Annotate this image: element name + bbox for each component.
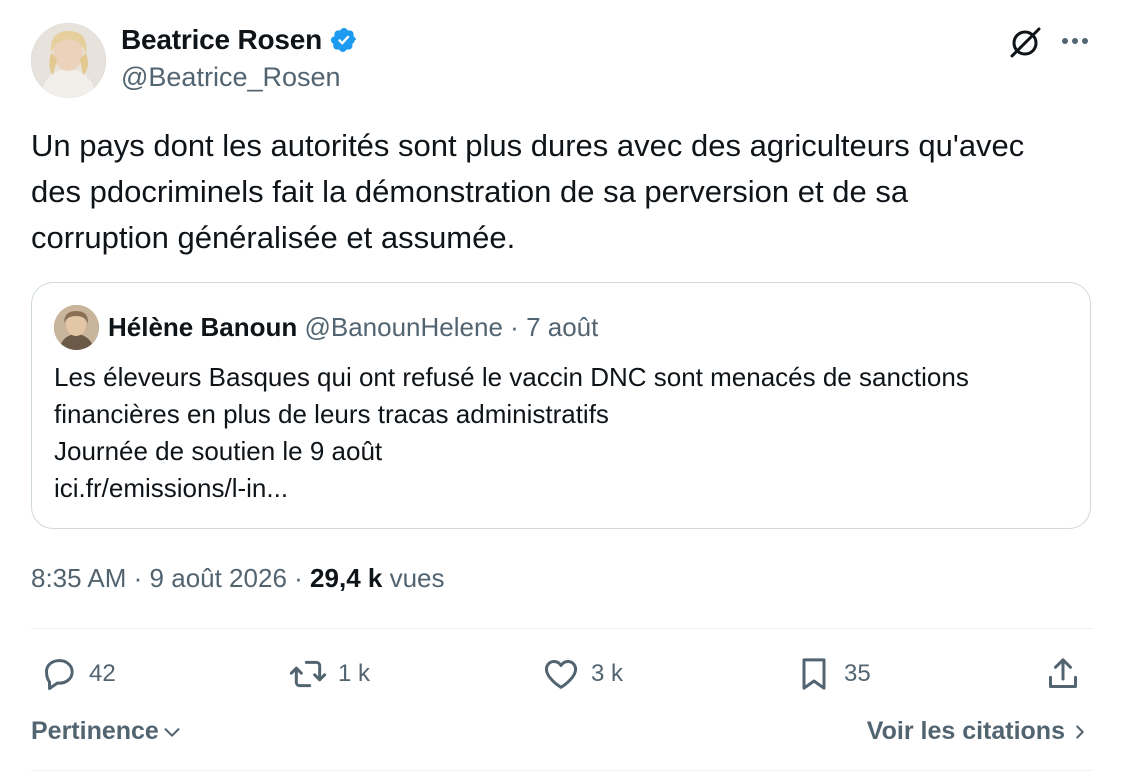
chevron-right-icon xyxy=(1076,724,1084,739)
divider xyxy=(31,628,1093,629)
quoted-tweet-date: 7 août xyxy=(526,312,599,342)
tweet-text-line: des pdocriminels fait la démonstration d… xyxy=(31,174,909,209)
share-button[interactable] xyxy=(1043,654,1083,694)
quoted-text-line: Journée de soutien le 9 août xyxy=(54,436,383,466)
quoted-link[interactable]: ici.fr/emissions/l-in... xyxy=(54,470,969,507)
author-avatar[interactable] xyxy=(31,23,106,98)
reply-button[interactable]: 42 xyxy=(39,654,116,694)
grok-slashed-circle-icon[interactable] xyxy=(1007,24,1043,60)
sort-label: Pertinence xyxy=(31,717,159,745)
quoted-author-name: Hélène Banoun xyxy=(108,312,298,342)
bookmark-button[interactable]: 35 xyxy=(794,654,871,694)
reply-icon xyxy=(45,659,74,690)
tweet-text-line: Un pays dont les autorités sont plus dur… xyxy=(31,128,1025,163)
retweet-count: 1 k xyxy=(338,660,371,687)
like-count: 3 k xyxy=(591,660,624,687)
more-dots-icon[interactable] xyxy=(1058,26,1092,56)
divider xyxy=(31,770,1093,771)
heart-icon xyxy=(544,660,578,689)
tweet-date[interactable]: 9 août 2026 xyxy=(150,563,287,593)
author-handle[interactable]: @Beatrice_Rosen xyxy=(121,62,341,93)
quoted-tweet-card[interactable]: Hélène Banoun @BanounHelene · 7 août Les… xyxy=(31,282,1091,529)
sort-dropdown[interactable]: Pertinence xyxy=(31,717,183,746)
chevron-down-icon xyxy=(164,727,180,737)
like-button[interactable]: 3 k xyxy=(541,654,623,694)
quoted-author-handle: @BanounHelene xyxy=(304,312,503,342)
quoted-tweet-text: Les éleveurs Basques qui ont refusé le v… xyxy=(54,359,969,507)
tweet-meta: 8:35 AM · 9 août 2026 · 29,4 k vues xyxy=(31,563,445,594)
tweet-text: Un pays dont les autorités sont plus dur… xyxy=(31,123,1101,261)
meta-separator: · xyxy=(294,563,303,593)
bookmark-count: 35 xyxy=(844,660,871,687)
quoted-meta-separator: · xyxy=(510,312,519,342)
quoted-text-line: financières en plus de leurs tracas admi… xyxy=(54,399,609,429)
quoted-tweet-header: Hélène Banoun @BanounHelene · 7 août xyxy=(108,312,598,343)
author-name[interactable]: Beatrice Rosen xyxy=(121,24,322,56)
view-quotes-link[interactable]: Voir les citations xyxy=(867,717,1089,746)
retweet-icon xyxy=(289,660,327,688)
views-count: 29,4 k xyxy=(310,563,383,593)
quoted-text-line: Les éleveurs Basques qui ont refusé le v… xyxy=(54,362,969,392)
tweet-time[interactable]: 8:35 AM xyxy=(31,563,126,593)
view-quotes-label: Voir les citations xyxy=(866,717,1065,745)
bookmark-icon xyxy=(802,658,826,690)
tweet-text-line: corruption généralisée et assumée. xyxy=(31,220,516,255)
reply-count: 42 xyxy=(89,660,116,687)
meta-separator: · xyxy=(133,563,143,593)
quoted-author-avatar xyxy=(54,305,99,350)
tweet-detail: Beatrice Rosen @Beatrice_Rosen Un pays d… xyxy=(0,0,1123,772)
views-label: vues xyxy=(389,563,445,593)
share-icon xyxy=(1049,658,1077,688)
retweet-button[interactable]: 1 k xyxy=(288,654,370,694)
author-name-row[interactable]: Beatrice Rosen xyxy=(121,24,358,56)
verified-badge-icon xyxy=(330,28,357,52)
